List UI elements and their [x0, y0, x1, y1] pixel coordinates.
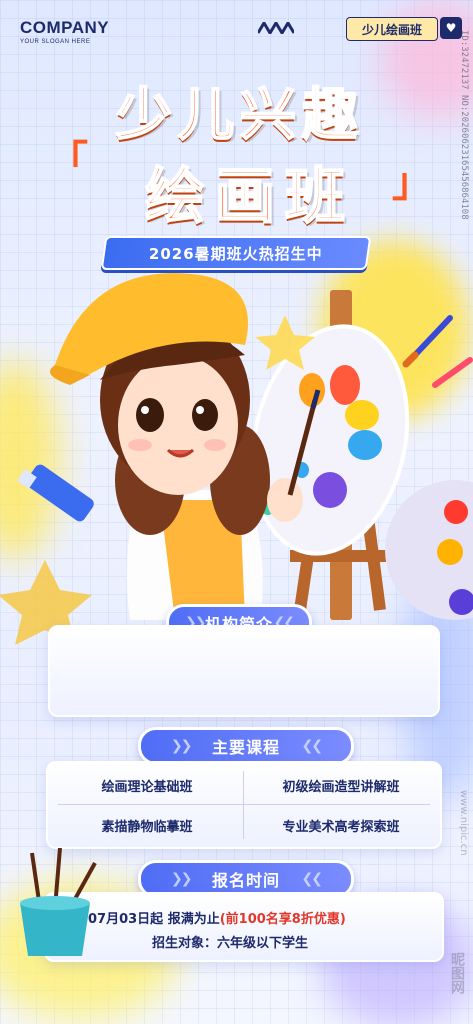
chevron-right-icon: ❮❮ [301, 871, 324, 887]
company-logo: COMPANY YOUR SLOGAN HERE [20, 18, 109, 45]
registration-target: 招生对象：六年级以下学生 [152, 936, 309, 951]
class-badge: 少儿绘画班 [346, 17, 438, 41]
course-item: 专业美术高考探索班 [282, 819, 400, 835]
chevron-right-icon: ❮❮ [301, 738, 324, 754]
company-name: COMPANY [20, 18, 110, 37]
brush-bucket-icon [20, 848, 97, 956]
company-slogan: YOUR SLOGAN HERE [20, 39, 91, 45]
registration-date: 07月03日起 报满为止(前100名享8折优惠) [88, 908, 346, 927]
title-line-2: 绘画班 [144, 161, 355, 233]
courses-heading-text: 主要课程 [211, 738, 280, 757]
paint-tube [17, 464, 94, 522]
chevron-left-icon: ❯❯ [171, 871, 193, 887]
discount-highlight: (前100名享8折优惠) [219, 912, 346, 927]
title-line-1: 少儿兴趣 [115, 81, 364, 149]
course-item: 绘画理论基础班 [101, 779, 193, 795]
zigzag-icon [258, 22, 294, 34]
watermark-url: www.nipic.cn [458, 790, 469, 856]
courses-heading: ❯❯ 主要课程 ❮❮ [138, 727, 354, 765]
intro-body [50, 627, 438, 667]
course-item: 初级绘画造型讲解班 [282, 779, 400, 795]
course-divider-horizontal [58, 804, 430, 805]
watermark-id: ID:32472137 NO:20260623165456864108 [459, 30, 469, 220]
chevron-left-icon: ❯❯ [171, 738, 193, 754]
course-item: 素描静物临摹班 [101, 819, 193, 835]
registration-heading-text: 报名时间 [211, 871, 280, 890]
girl-painting-illustration [0, 273, 473, 645]
watermark-site: 昵图网 [449, 952, 465, 994]
poster: COMPANY YOUR SLOGAN HERE 少儿绘画班 ♥ 「 」 少儿兴… [0, 0, 473, 1024]
intro-panel [48, 625, 440, 717]
course-divider-vertical [243, 771, 244, 839]
courses-panel: 绘画理论基础班 初级绘画造型讲解班 素描静物临摹班 专业美术高考探索班 [46, 761, 442, 849]
color-palette-icon [385, 480, 473, 620]
paintbrush-icons [402, 315, 473, 388]
